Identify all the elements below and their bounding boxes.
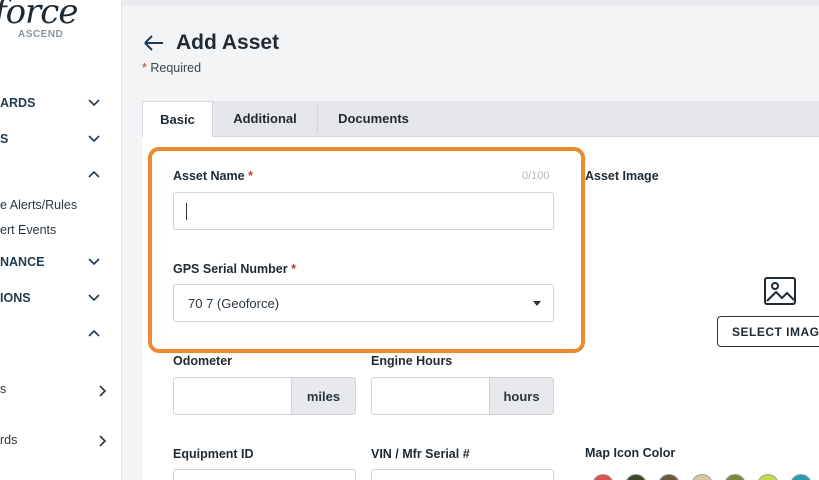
sidebar-item-alert-events[interactable]: ert Events — [0, 223, 56, 237]
asset-name-label: Asset Name * — [173, 169, 253, 183]
vin-label: VIN / Mfr Serial # — [371, 447, 470, 461]
nav-item-label: S — [0, 132, 9, 146]
gps-serial-label: GPS Serial Number * — [173, 262, 296, 276]
engine-hours-label: Engine Hours — [371, 354, 453, 368]
chevron-right-icon — [99, 385, 107, 397]
caret-down-icon — [533, 301, 541, 306]
tab-additional[interactable]: Additional — [213, 101, 317, 137]
equipment-id-input[interactable] — [173, 469, 356, 480]
text-cursor — [186, 203, 187, 220]
required-star: * — [142, 61, 147, 75]
nav-item-label: IONS — [0, 291, 31, 305]
gps-serial-label-text: GPS Serial Number — [173, 262, 288, 276]
asset-name-label-text: Asset Name — [173, 169, 245, 183]
sidebar-item-sub-2[interactable]: rds — [0, 433, 17, 447]
chevron-down-icon — [88, 258, 100, 266]
chevron-up-icon — [88, 329, 100, 337]
sidebar-item-alert-rules[interactable]: e Alerts/Rules — [0, 198, 77, 212]
chevron-right-icon — [99, 435, 107, 447]
logo-subtitle: ASCEND — [18, 29, 64, 40]
nav-item-label: ARDS — [0, 96, 36, 110]
map-icon-color-label: Map Icon Color — [585, 446, 676, 460]
gps-serial-select[interactable]: 70 7 (Geoforce) — [173, 284, 554, 322]
nav-item-label: NANCE — [0, 255, 45, 269]
required-label: Required — [150, 61, 202, 75]
asset-name-input[interactable] — [173, 192, 554, 230]
chevron-down-icon — [88, 99, 100, 107]
nav-item-locations[interactable]: IONS — [0, 288, 110, 310]
odometer-label: Odometer — [173, 354, 233, 368]
nav-item-alerts[interactable] — [0, 165, 110, 187]
image-icon — [764, 277, 796, 305]
gps-serial-value: 70 7 (Geoforce) — [188, 296, 280, 311]
chevron-down-icon — [88, 294, 100, 302]
chevron-down-icon — [88, 135, 100, 143]
required-star: * — [291, 262, 296, 276]
top-divider — [122, 0, 819, 6]
select-image-button[interactable]: SELECT IMAGE — [717, 316, 819, 347]
engine-hours-unit: hours — [489, 378, 553, 414]
engine-hours-input[interactable]: hours — [371, 377, 554, 415]
nav-item-section[interactable] — [0, 324, 110, 346]
equipment-id-label: Equipment ID — [173, 447, 254, 461]
nav-item-dashboards[interactable]: ARDS — [0, 93, 110, 115]
logo: force — [0, 0, 78, 32]
tab-bar: Basic Additional Documents — [142, 101, 819, 138]
required-note: * Required — [142, 61, 201, 75]
sidebar: force ASCEND ARDS S e Alerts/Rules ert E… — [0, 0, 122, 480]
back-arrow-icon[interactable] — [143, 34, 165, 52]
required-star: * — [248, 169, 253, 183]
nav-item-assets[interactable]: S — [0, 129, 110, 151]
tab-documents[interactable]: Documents — [318, 101, 429, 137]
tab-basic[interactable]: Basic — [142, 101, 213, 138]
page-title: Add Asset — [176, 31, 280, 54]
asset-image-label: Asset Image — [585, 169, 659, 183]
nav-item-maintenance[interactable]: NANCE — [0, 252, 110, 274]
vin-input[interactable] — [371, 469, 554, 480]
chevron-up-icon — [88, 170, 100, 178]
odometer-input[interactable]: miles — [173, 377, 356, 415]
sidebar-item-sub-1[interactable]: s — [0, 382, 6, 396]
asset-name-counter: 0/100 — [522, 170, 550, 182]
odometer-unit: miles — [291, 378, 355, 414]
